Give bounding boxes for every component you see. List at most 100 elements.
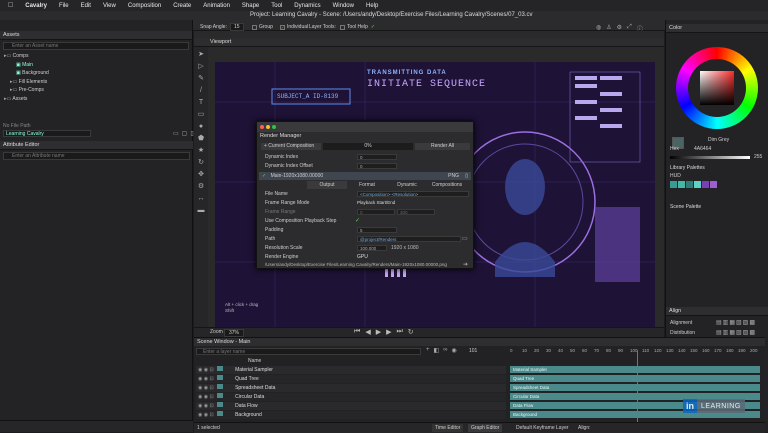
step-forward-icon[interactable]: ▶ bbox=[386, 328, 391, 336]
text-tool-icon[interactable]: T bbox=[197, 99, 205, 107]
layer-toggle-icons[interactable]: ◉ ◉ ⊡ bbox=[196, 412, 215, 418]
path-input[interactable]: @project/Renders bbox=[357, 236, 461, 242]
individual-toggle[interactable]: ✓ Individual bbox=[280, 24, 308, 30]
menu-shape[interactable]: Shape bbox=[242, 3, 259, 9]
distribution-icons[interactable]: ▤▥▦▧▨▩ bbox=[716, 329, 756, 336]
layer-row[interactable]: ◉ ◉ ⊡ Material Sampler bbox=[196, 366, 506, 374]
snap-angle-input[interactable]: 15 bbox=[229, 23, 244, 31]
palette-swatch[interactable] bbox=[670, 181, 677, 188]
render-queue-item[interactable]: ✓ Main-1920x1080.00000 PNG ▯ bbox=[259, 172, 471, 180]
apple-icon[interactable]:  bbox=[8, 2, 13, 9]
menu-view[interactable]: View bbox=[103, 3, 116, 9]
asset-search-input[interactable]: Enter an Asset name bbox=[3, 42, 189, 50]
tab-format[interactable]: Format bbox=[347, 181, 387, 189]
render-all-button[interactable]: Render All bbox=[415, 143, 470, 150]
layer-row[interactable]: ◉ ◉ ⊡ Spreadsheet Data bbox=[196, 384, 506, 392]
loop-icon[interactable]: ↻ bbox=[408, 328, 414, 336]
pen-tool-icon[interactable]: ✎ bbox=[197, 75, 205, 83]
menu-animation[interactable]: Animation bbox=[203, 3, 230, 9]
use-comp-playback-checkbox[interactable]: ✓ bbox=[355, 217, 360, 224]
layer-duration-bar[interactable]: Quad Tree bbox=[510, 375, 760, 382]
render-engine-dropdown[interactable]: GPU bbox=[357, 254, 368, 260]
last-frame-icon[interactable]: ⏭ bbox=[396, 328, 402, 336]
current-frame-input[interactable]: 101 bbox=[469, 348, 477, 354]
palette-swatch[interactable] bbox=[702, 181, 709, 188]
move-tool-icon[interactable]: ✥ bbox=[197, 171, 205, 179]
connect-tool-icon[interactable]: ↔ bbox=[197, 195, 205, 203]
zoom-dropdown[interactable]: 37% bbox=[224, 329, 245, 337]
palette-swatch[interactable] bbox=[710, 181, 717, 188]
time-editor-button[interactable]: Time Editor bbox=[432, 424, 464, 432]
file-name-input[interactable]: <Composition>-<Resolution> bbox=[357, 191, 469, 197]
asset-tree-item[interactable]: ▸▭ Fill Elements bbox=[4, 78, 192, 87]
dynamic-index-offset-input[interactable]: 0 bbox=[357, 163, 397, 169]
frame-range-end-input[interactable]: 300 bbox=[397, 209, 435, 215]
graph-editor-button[interactable]: Graph Editor bbox=[468, 424, 503, 432]
play-icon[interactable]: ▶ bbox=[376, 328, 381, 336]
palette-swatch[interactable] bbox=[686, 181, 693, 188]
frame-range-start-input[interactable]: 0 bbox=[357, 209, 395, 215]
rect-outline-tool-icon[interactable]: ▬ bbox=[197, 207, 205, 215]
asset-tree-item[interactable]: ▣ Background bbox=[4, 69, 192, 78]
star-tool-icon[interactable]: ★ bbox=[197, 147, 205, 155]
layer-toggle-icons[interactable]: ◉ ◉ ⊡ bbox=[196, 403, 215, 409]
folder-icon[interactable]: ▭ bbox=[173, 130, 179, 137]
menu-composition[interactable]: Composition bbox=[128, 3, 161, 9]
layer-row[interactable]: ◉ ◉ ⊡ Background bbox=[196, 411, 506, 419]
first-frame-icon[interactable]: ⏮ bbox=[354, 328, 360, 336]
polygon-tool-icon[interactable]: ⬟ bbox=[197, 135, 205, 143]
layer-row[interactable]: ◉ ◉ ⊡ Circular Data bbox=[196, 393, 506, 401]
path-folder-icon[interactable]: ▭ bbox=[462, 235, 468, 242]
ellipse-tool-icon[interactable]: ● bbox=[197, 123, 205, 131]
hex-input[interactable]: 4A6464 bbox=[694, 146, 711, 152]
tab-output[interactable]: Output bbox=[307, 181, 347, 189]
palette-swatch[interactable] bbox=[678, 181, 685, 188]
select-tool-icon[interactable]: ➤ bbox=[197, 51, 205, 59]
rectangle-tool-icon[interactable]: ▭ bbox=[197, 111, 205, 119]
pencil-tool-icon[interactable]: / bbox=[197, 87, 205, 95]
filter-icon[interactable]: ◧ bbox=[434, 347, 440, 354]
rotate-tool-icon[interactable]: ↻ bbox=[197, 159, 205, 167]
keyframe-layer-dropdown[interactable]: Default Keyframe Layer bbox=[516, 425, 569, 431]
dynamic-index-input[interactable]: 0 bbox=[357, 154, 397, 160]
palette-swatch[interactable] bbox=[694, 181, 701, 188]
menu-create[interactable]: Create bbox=[173, 3, 191, 9]
layer-row[interactable]: ◉ ◉ ⊡ Data Flow bbox=[196, 402, 506, 410]
queue-item-trash-icon[interactable]: ▯ bbox=[465, 172, 468, 180]
resolution-scale-input[interactable]: 100.000 bbox=[357, 245, 387, 251]
layer-duration-bar[interactable]: Material Sampler bbox=[510, 366, 760, 373]
queue-item-check-icon[interactable]: ✓ bbox=[259, 173, 269, 179]
value-number[interactable]: 255 bbox=[754, 154, 762, 160]
menu-edit[interactable]: Edit bbox=[81, 3, 91, 9]
asset-tree-item[interactable]: ▸▭ Assets bbox=[4, 95, 192, 104]
link-icon[interactable]: ∞ bbox=[443, 347, 447, 354]
gear-tool-icon[interactable]: ⚙ bbox=[197, 183, 205, 191]
menu-help[interactable]: Help bbox=[366, 3, 378, 9]
minimize-icon[interactable] bbox=[266, 125, 270, 129]
value-slider[interactable] bbox=[670, 156, 750, 159]
menu-cavalry[interactable]: Cavalry bbox=[25, 3, 47, 9]
asset-tree-item[interactable]: ▣ Main bbox=[4, 61, 192, 70]
attribute-search-input[interactable]: Enter an Attribute name bbox=[3, 152, 190, 160]
maximize-icon[interactable] bbox=[272, 125, 276, 129]
tab-compositions[interactable]: Compositions bbox=[427, 181, 467, 189]
alignment-icons[interactable]: ▤▥▦▧▨▩ bbox=[716, 319, 756, 326]
tab-dynamic[interactable]: Dynamic bbox=[387, 181, 427, 189]
new-asset-icon[interactable]: ▢ bbox=[182, 130, 188, 137]
asset-tree-item[interactable]: ▸▭ Comps bbox=[4, 52, 192, 61]
menu-window[interactable]: Window bbox=[333, 3, 354, 9]
menu-dynamics[interactable]: Dynamics bbox=[294, 3, 320, 9]
direct-select-tool-icon[interactable]: ▷ bbox=[197, 63, 205, 71]
close-icon[interactable] bbox=[260, 125, 264, 129]
output-path-arrow-icon[interactable]: ➔ bbox=[463, 261, 468, 268]
group-toggle[interactable]: Group bbox=[252, 24, 273, 30]
viewport-tab[interactable]: Viewport bbox=[210, 39, 231, 45]
tool-help-toggle[interactable]: Tool Help ✓ bbox=[340, 24, 375, 30]
layer-toggle-icons[interactable]: ◉ ◉ ⊡ bbox=[196, 385, 215, 391]
project-dropdown[interactable]: Learning Cavalry bbox=[3, 130, 91, 137]
frame-range-mode-dropdown[interactable]: Playback Start/End bbox=[355, 200, 429, 206]
layer-search-input[interactable]: Enter a layer name bbox=[196, 348, 421, 355]
layer-duration-bar[interactable]: Spreadsheet Data bbox=[510, 384, 760, 391]
menu-file[interactable]: File bbox=[59, 3, 69, 9]
padding-input[interactable]: 5 bbox=[357, 227, 397, 233]
